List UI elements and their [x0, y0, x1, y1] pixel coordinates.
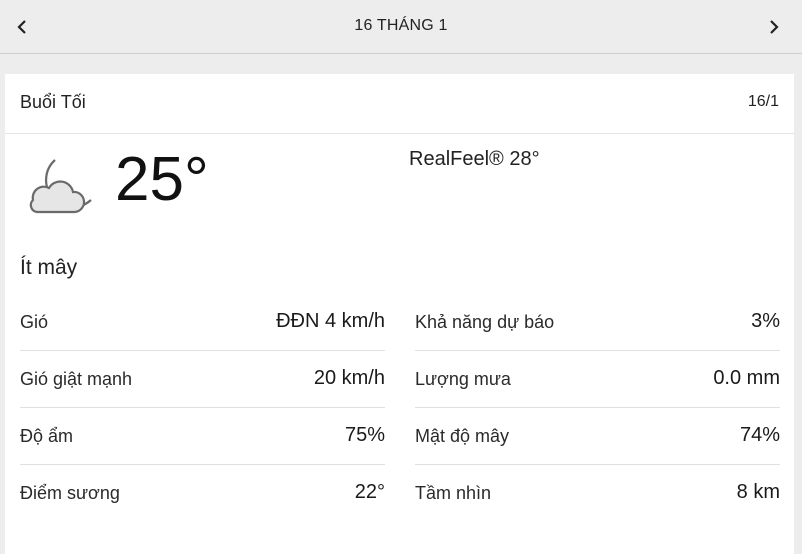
details-right-column: Khả năng dự báo 3% Lượng mưa 0.0 mm Mật … [415, 294, 780, 522]
detail-label: Mật độ mây [415, 426, 510, 446]
period-label: Buổi Tối [20, 92, 86, 112]
next-day-button[interactable] [762, 14, 786, 40]
detail-value: 0.0 mm [713, 367, 780, 389]
detail-row-precipitation: Lượng mưa 0.0 mm [415, 351, 780, 408]
detail-row-dew-point: Điểm sương 22° [20, 465, 385, 522]
chevron-right-icon [770, 20, 779, 34]
detail-label: Lượng mưa [415, 369, 511, 389]
detail-row-wind-gust: Gió giật mạnh 20 km/h [20, 351, 385, 408]
detail-row-visibility: Tầm nhìn 8 km [415, 465, 780, 522]
detail-label: Khả năng dự báo [415, 312, 555, 332]
date-title: 16 THÁNG 1 [354, 17, 448, 34]
date-navigation-bar: 16 THÁNG 1 [0, 0, 802, 54]
detail-value: 3% [751, 310, 780, 332]
detail-value: 20 km/h [313, 367, 385, 389]
detail-value: 8 km [736, 481, 780, 503]
card-date: 16/1 [747, 93, 779, 110]
detail-label: Điểm sương [20, 483, 120, 503]
partly-cloudy-night-icon [29, 159, 92, 214]
detail-value: 74% [739, 424, 780, 446]
weather-phrase: Ít mây [20, 256, 78, 279]
detail-value: 75% [344, 424, 385, 446]
detail-label: Tầm nhìn [415, 483, 492, 503]
temperature: 25° [115, 145, 209, 214]
detail-row-wind: Gió ĐĐN 4 km/h [20, 294, 385, 351]
forecast-card: Buổi Tối 16/1 25° RealFeel® 28° Ít mây G… [5, 74, 794, 554]
realfeel-temperature: RealFeel® 28° [409, 148, 540, 170]
card-header: Buổi Tối 16/1 [5, 74, 794, 134]
detail-row-precip-probability: Khả năng dự báo 3% [415, 294, 780, 351]
detail-value: ĐĐN 4 km/h [276, 310, 385, 332]
detail-label: Độ ẩm [20, 426, 74, 446]
detail-value: 22° [354, 481, 385, 503]
detail-row-humidity: Độ ẩm 75% [20, 408, 385, 465]
detail-label: Gió [20, 312, 49, 332]
detail-row-cloud-cover: Mật độ mây 74% [415, 408, 780, 465]
detail-label: Gió giật mạnh [20, 369, 133, 389]
details-left-column: Gió ĐĐN 4 km/h Gió giật mạnh 20 km/h Độ … [20, 294, 385, 522]
